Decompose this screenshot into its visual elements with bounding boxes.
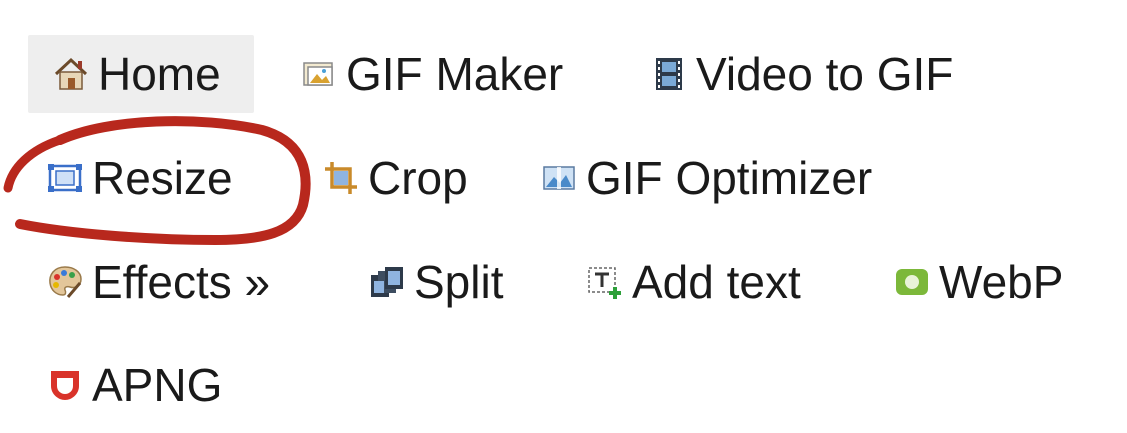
menu-item-video-to-gif[interactable]: Video to GIF bbox=[650, 35, 953, 113]
resize-icon bbox=[48, 164, 82, 192]
menu-item-resize[interactable]: Resize bbox=[46, 139, 233, 217]
menu-item-apng[interactable]: APNG bbox=[46, 346, 222, 424]
menu-item-label: APNG bbox=[92, 359, 223, 411]
menu-item-label: Home bbox=[98, 48, 221, 100]
webp-icon bbox=[896, 269, 928, 295]
menu-item-label: GIF Optimizer bbox=[586, 152, 873, 204]
menu-item-effects[interactable]: Effects » bbox=[46, 243, 270, 321]
menu-item-crop[interactable]: Crop bbox=[322, 139, 468, 217]
menu-item-label: GIF Maker bbox=[346, 48, 564, 100]
menu-item-label: Crop bbox=[368, 152, 468, 204]
optimize-icon bbox=[543, 166, 575, 190]
menu-item-label: Add text bbox=[632, 256, 801, 308]
menu-item-home[interactable]: Home bbox=[28, 35, 254, 113]
menu-item-label: Split bbox=[414, 256, 504, 308]
menu-item-add-text[interactable]: Add text bbox=[586, 243, 801, 321]
split-frames-icon bbox=[371, 267, 403, 297]
crop-icon bbox=[325, 162, 357, 194]
menu-item-gif-maker[interactable]: GIF Maker bbox=[300, 35, 563, 113]
menu-item-gif-optimizer[interactable]: GIF Optimizer bbox=[540, 139, 872, 217]
palette-icon bbox=[49, 266, 82, 298]
tools-menu: Home GIF Maker Video to GIF Resize Crop … bbox=[0, 0, 1127, 433]
film-strip-icon bbox=[656, 58, 682, 90]
menu-item-split[interactable]: Split bbox=[368, 243, 503, 321]
menu-item-label: Video to GIF bbox=[696, 48, 954, 100]
menu-item-webp[interactable]: WebP bbox=[893, 243, 1063, 321]
menu-item-label: WebP bbox=[939, 256, 1064, 308]
add-text-icon bbox=[588, 267, 621, 299]
house-icon bbox=[54, 57, 88, 90]
menu-item-label: Resize bbox=[92, 152, 233, 204]
menu-item-label: Effects » bbox=[92, 256, 271, 308]
apng-icon bbox=[51, 371, 79, 400]
image-stack-icon bbox=[303, 62, 333, 86]
